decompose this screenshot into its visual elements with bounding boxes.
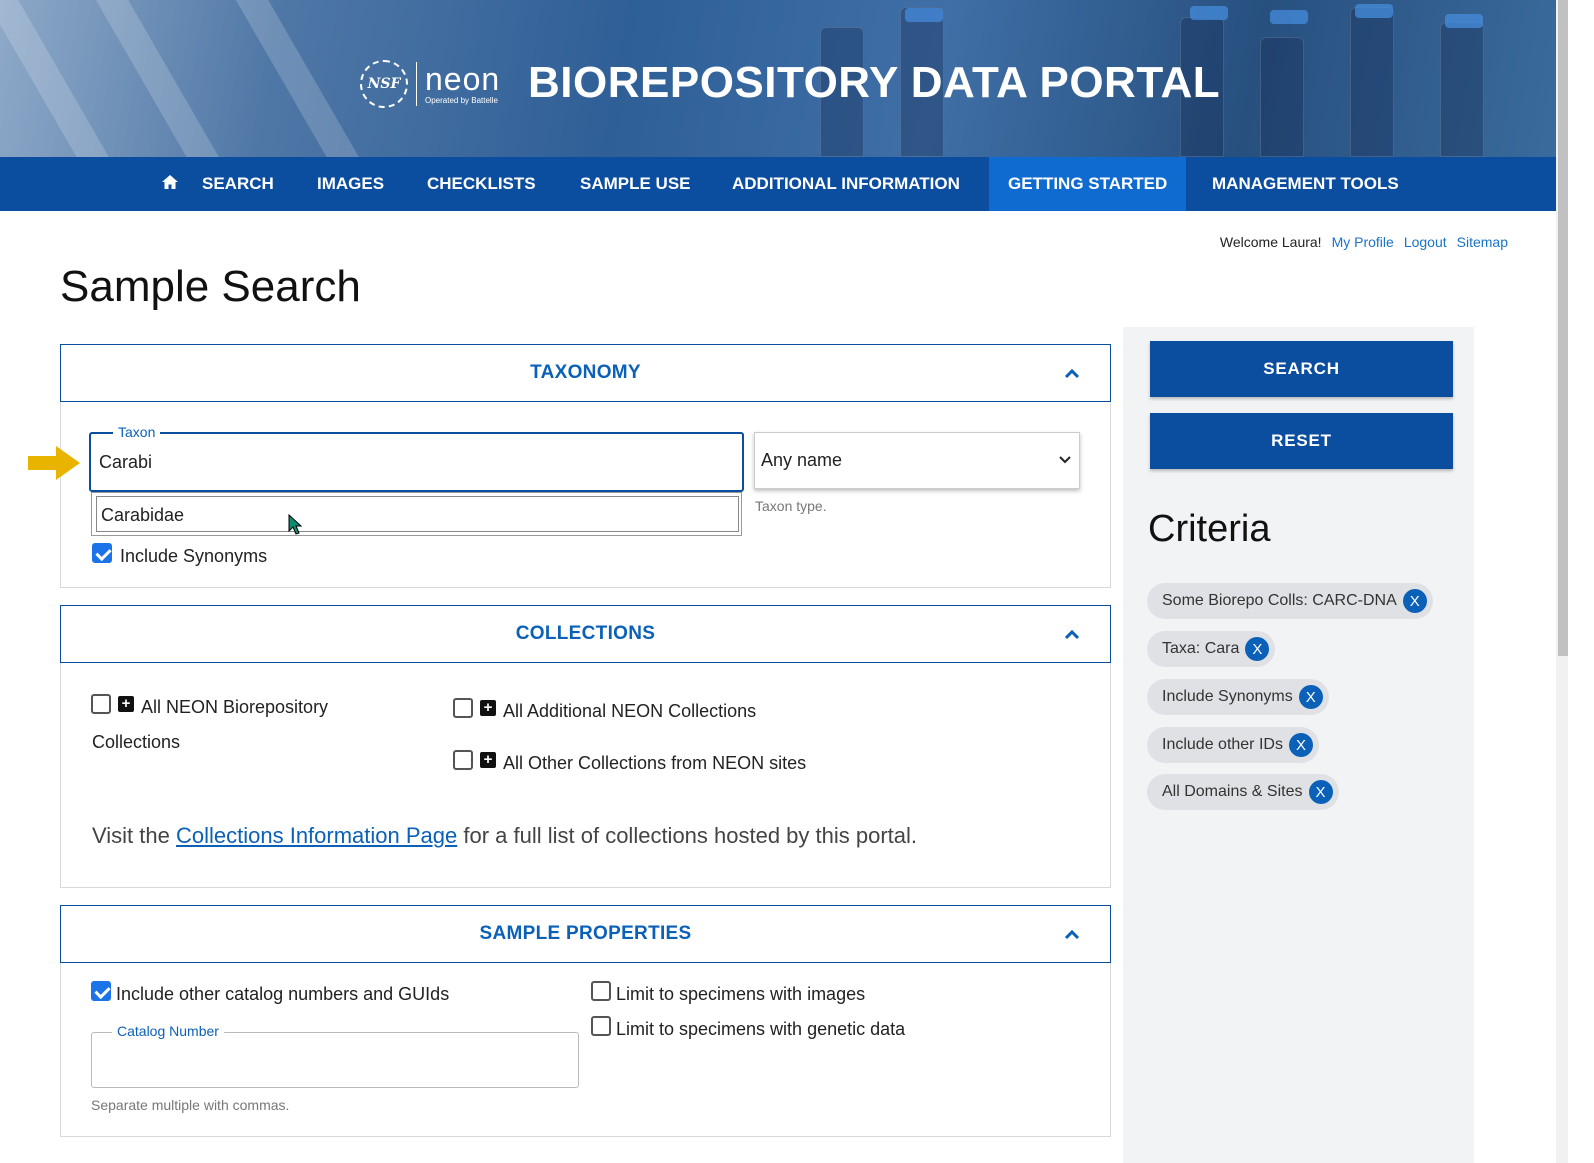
catalog-number-helper: Separate multiple with commas. <box>91 1097 290 1113</box>
chip-label: Include other IDs <box>1162 736 1283 753</box>
nsf-logo: NSF <box>360 60 408 108</box>
info-text-pre: Visit the <box>92 823 176 848</box>
banner-decoration <box>1355 4 1393 18</box>
chip-label: Some Biorepo Colls: CARC-DNA <box>1162 592 1397 609</box>
site-logo[interactable]: NSF neon Operated by Battelle <box>360 58 500 110</box>
remove-chip-icon[interactable]: X <box>1308 780 1333 804</box>
limit-genetic-label: Limit to specimens with genetic data <box>616 1019 906 1039</box>
sitemap-link[interactable]: Sitemap <box>1457 234 1508 250</box>
user-links: Welcome Laura! My Profile Logout Sitemap <box>1220 234 1508 250</box>
taxon-input[interactable] <box>99 452 619 473</box>
expand-plus-icon[interactable]: + <box>480 700 496 716</box>
remove-chip-icon[interactable]: X <box>1245 637 1270 661</box>
page-title: Sample Search <box>60 262 361 311</box>
all-neon-biorepository-label-cont: Collections <box>92 732 181 752</box>
limit-images-label: Limit to specimens with images <box>616 984 866 1004</box>
taxon-field[interactable]: Taxon <box>89 424 744 492</box>
all-additional-neon-checkbox[interactable] <box>453 698 473 718</box>
nav-item-images[interactable]: IMAGES <box>317 157 384 211</box>
banner-decoration <box>1260 37 1304 157</box>
sample-properties-header-label: SAMPLE PROPERTIES <box>479 923 692 944</box>
catalog-number-label: Catalog Number <box>112 1023 224 1039</box>
banner-decoration <box>86 0 242 157</box>
banner-decoration <box>1440 22 1484 157</box>
remove-chip-icon[interactable]: X <box>1298 685 1323 709</box>
taxon-autocomplete-dropdown: Carabidae <box>91 492 742 536</box>
neon-logo-text: neon <box>425 61 501 97</box>
nav-item-sample-use[interactable]: SAMPLE USE <box>580 157 691 211</box>
include-other-catalog-label: Include other catalog numbers and GUIds <box>116 984 450 1004</box>
logout-link[interactable]: Logout <box>1404 234 1447 250</box>
taxon-type-value: Any name <box>761 450 843 470</box>
nav-item-getting-started[interactable]: GETTING STARTED <box>989 157 1187 211</box>
banner-decoration <box>1270 10 1308 24</box>
neon-logo-subtitle: Operated by Battelle <box>425 96 498 105</box>
chevron-up-icon <box>1064 368 1080 379</box>
expand-plus-icon[interactable]: + <box>118 696 134 712</box>
taxonomy-panel-header[interactable]: TAXONOMY <box>60 344 1111 402</box>
nav-item-additional-information[interactable]: ADDITIONAL INFORMATION <box>732 157 960 211</box>
autocomplete-option[interactable]: Carabidae <box>96 496 739 532</box>
mouse-pointer-icon <box>288 514 303 535</box>
chevron-down-icon <box>1059 456 1071 464</box>
taxonomy-header-label: TAXONOMY <box>530 362 641 383</box>
all-other-collections-label: All Other Collections from NEON sites <box>503 753 807 773</box>
include-synonyms-label: Include Synonyms <box>120 546 268 566</box>
reset-button[interactable]: RESET <box>1150 413 1453 469</box>
chip-label: All Domains & Sites <box>1162 783 1303 800</box>
taxon-type-helper: Taxon type. <box>755 498 827 514</box>
collections-info-link[interactable]: Collections Information Page <box>176 823 457 848</box>
my-profile-link[interactable]: My Profile <box>1332 234 1394 250</box>
banner-decoration <box>226 0 382 157</box>
home-icon[interactable] <box>161 174 179 190</box>
remove-chip-icon[interactable]: X <box>1288 733 1313 757</box>
criteria-chip: Include other IDs X <box>1147 727 1319 763</box>
collections-panel-header[interactable]: COLLECTIONS <box>60 605 1111 663</box>
include-other-catalog-checkbox[interactable] <box>91 981 111 1001</box>
all-neon-biorepository-label: All NEON Biorepository <box>141 697 329 717</box>
chip-label: Include Synonyms <box>1162 688 1293 705</box>
banner-decoration <box>905 8 943 22</box>
criteria-chip: All Domains & Sites X <box>1147 774 1339 810</box>
collections-header-label: COLLECTIONS <box>515 623 656 644</box>
nav-item-checklists[interactable]: CHECKLISTS <box>427 157 536 211</box>
portal-title: BIOREPOSITORY DATA PORTAL <box>528 58 1221 107</box>
limit-images-checkbox[interactable] <box>591 981 611 1001</box>
neon-logo: neon Operated by Battelle <box>425 63 500 105</box>
scrollbar-thumb[interactable] <box>1558 0 1568 656</box>
criteria-chip: Include Synonyms X <box>1147 679 1329 715</box>
info-text-post: for a full list of collections hosted by… <box>457 823 918 848</box>
catalog-number-field[interactable]: Catalog Number <box>91 1023 579 1088</box>
all-other-collections-checkbox[interactable] <box>453 750 473 770</box>
search-button[interactable]: SEARCH <box>1150 341 1453 397</box>
yellow-arrow-pointer-icon <box>28 446 80 480</box>
chip-label: Taxa: Cara <box>1162 640 1240 657</box>
limit-genetic-checkbox[interactable] <box>591 1016 611 1036</box>
sample-properties-panel-header[interactable]: SAMPLE PROPERTIES <box>60 905 1111 963</box>
banner-decoration <box>1350 7 1394 157</box>
welcome-text: Welcome Laura! <box>1219 234 1322 250</box>
expand-plus-icon[interactable]: + <box>480 752 496 768</box>
remove-chip-icon[interactable]: X <box>1402 589 1427 613</box>
criteria-title: Criteria <box>1148 508 1271 550</box>
logo-divider <box>416 62 417 106</box>
nsf-logo-text: NSF <box>367 76 401 92</box>
chevron-up-icon <box>1064 929 1080 940</box>
nav-item-management-tools[interactable]: MANAGEMENT TOOLS <box>1212 157 1399 211</box>
nav-item-search[interactable]: SEARCH <box>202 157 274 211</box>
taxon-field-label: Taxon <box>113 424 161 440</box>
all-neon-biorepository-checkbox[interactable] <box>91 694 111 714</box>
include-synonyms-checkbox[interactable] <box>92 543 112 563</box>
criteria-chip: Taxa: Cara X <box>1147 631 1276 667</box>
banner-decoration <box>1190 6 1228 20</box>
all-additional-neon-label: All Additional NEON Collections <box>503 701 757 721</box>
banner-decoration <box>1445 14 1483 28</box>
criteria-chip: Some Biorepo Colls: CARC-DNA X <box>1147 583 1433 619</box>
collections-info-text: Visit the Collections Information Page f… <box>92 823 917 849</box>
chevron-up-icon <box>1064 629 1080 640</box>
taxon-type-select[interactable]: Any name <box>754 432 1080 489</box>
